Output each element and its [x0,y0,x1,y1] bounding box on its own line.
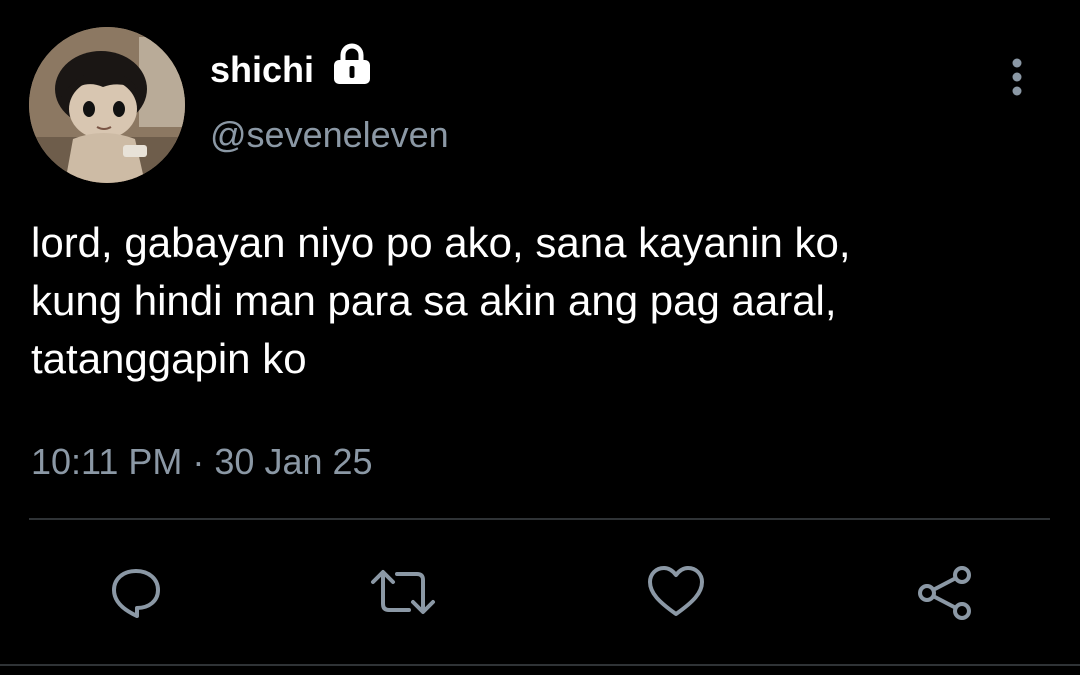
share-icon [918,566,971,620]
tweet-text-line: lord, gabayan niyo po ako, sana kayanin … [31,219,851,266]
lock-icon [329,43,375,85]
more-vertical-icon[interactable] [1003,56,1031,100]
heart-icon [648,566,704,616]
tweet-text: lord, gabayan niyo po ako, sana kayanin … [31,214,1071,388]
tweet-text-line: kung hindi man para sa akin ang pag aara… [31,277,837,324]
retweet-icon [371,570,435,614]
reply-button[interactable] [106,562,166,622]
tweet-timestamp[interactable]: 10:11 PM · 30 Jan 25 [31,440,373,484]
retweet-button[interactable] [369,562,435,622]
display-name[interactable]: shichi [210,50,314,90]
user-handle[interactable]: @seveneleven [210,114,449,156]
reply-icon [112,569,160,618]
tweet-text-line: tatanggapin ko [31,335,307,382]
avatar[interactable] [29,27,185,183]
divider [29,518,1050,520]
divider [0,664,1080,666]
like-button[interactable] [645,562,705,622]
share-button[interactable] [914,562,974,622]
